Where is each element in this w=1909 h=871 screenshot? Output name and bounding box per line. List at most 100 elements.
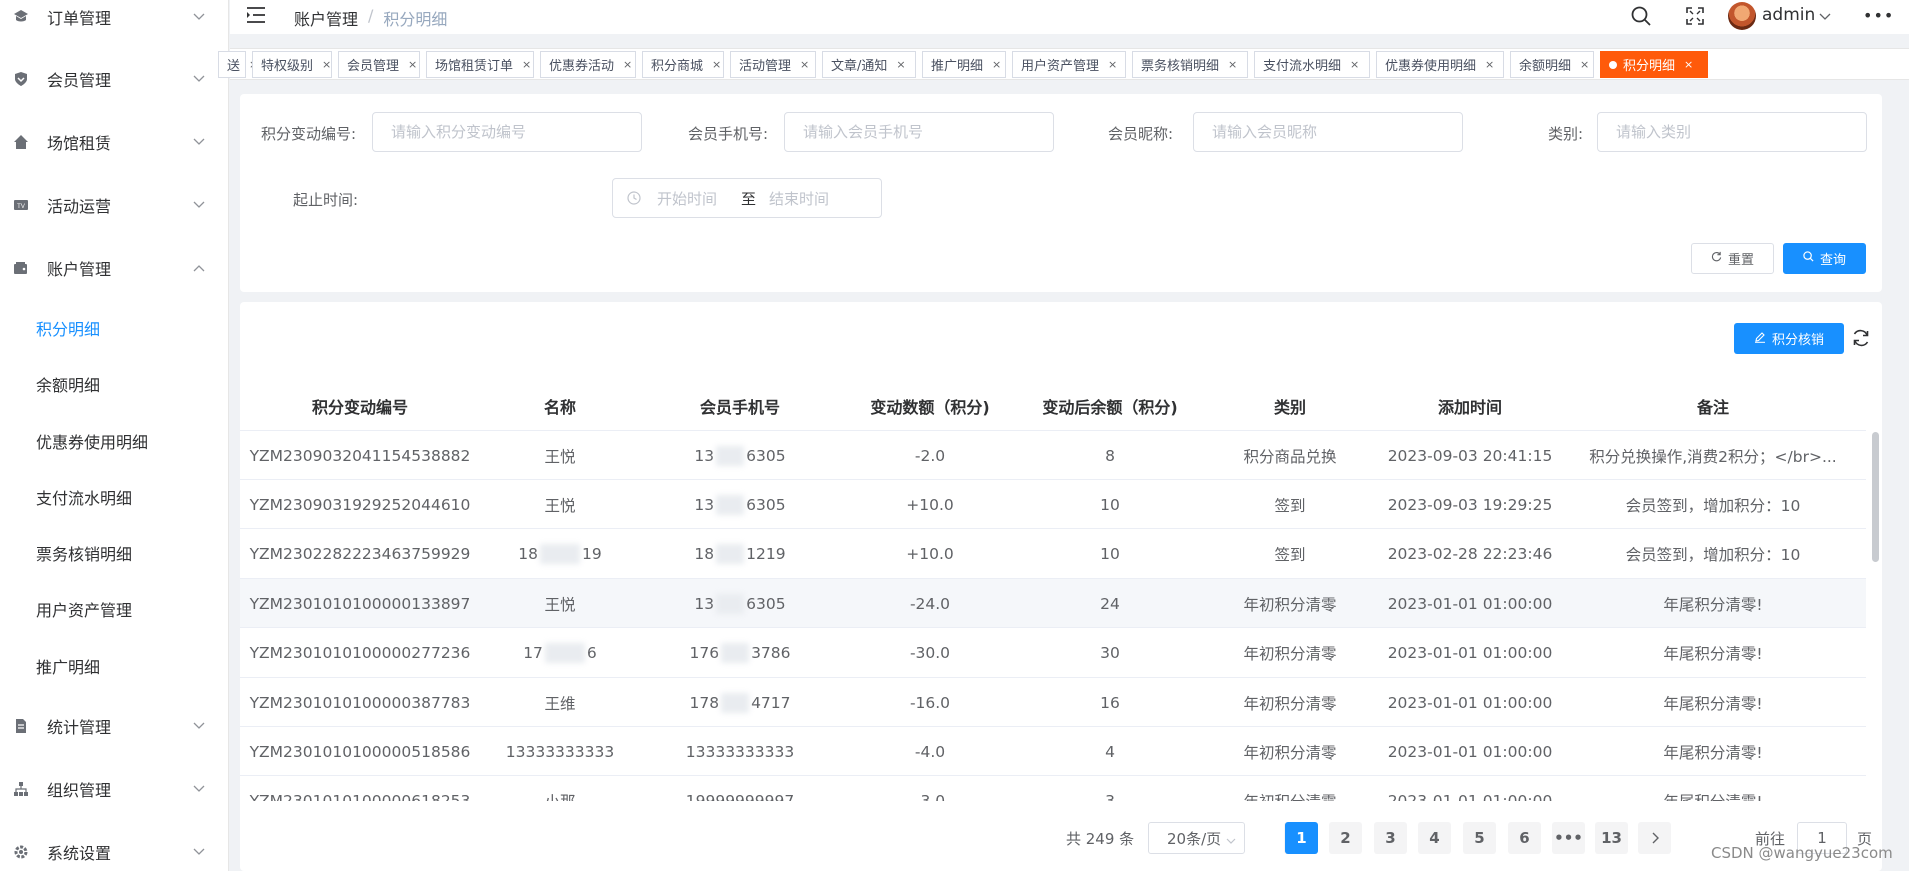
vertical-scrollbar[interactable] bbox=[1872, 432, 1879, 562]
nickname-field[interactable] bbox=[1212, 123, 1462, 141]
query-button[interactable]: 查询 bbox=[1783, 243, 1866, 274]
tab-13[interactable]: 余额明细 × bbox=[1510, 51, 1594, 78]
date-range-picker[interactable]: 开始时间 至 结束时间 bbox=[612, 178, 882, 218]
page-button[interactable]: 2 bbox=[1329, 822, 1362, 854]
tab-3[interactable]: 场馆租赁订单 × bbox=[426, 51, 534, 78]
tab-7[interactable]: 文章/通知 × bbox=[822, 51, 916, 78]
menu-statistics[interactable]: 统计管理 bbox=[0, 701, 228, 751]
close-icon[interactable]: × bbox=[522, 58, 531, 71]
sidebar-item-user-assets[interactable]: 用户资产管理 bbox=[0, 584, 228, 634]
sidebar-item-payment-flow[interactable]: 支付流水明细 bbox=[0, 472, 228, 522]
page-button[interactable]: 3 bbox=[1374, 822, 1407, 854]
close-icon[interactable]: × bbox=[1684, 58, 1693, 71]
redacted-mask bbox=[716, 494, 745, 515]
close-icon[interactable]: × bbox=[896, 58, 905, 71]
column-header[interactable]: 积分变动编号 bbox=[240, 381, 480, 431]
redeem-points-button[interactable]: 积分核销 bbox=[1734, 323, 1844, 354]
menu-settings[interactable]: 系统设置 bbox=[0, 827, 228, 871]
cell-phone: 178 4717 bbox=[640, 678, 840, 727]
menu-member[interactable]: 会员管理 bbox=[0, 54, 228, 104]
menu-venue[interactable]: 场馆租赁 bbox=[0, 117, 228, 167]
tab-2[interactable]: 会员管理 × bbox=[338, 51, 420, 78]
next-page-button[interactable] bbox=[1638, 822, 1671, 854]
page-button[interactable]: 5 bbox=[1463, 822, 1496, 854]
close-icon[interactable]: × bbox=[712, 58, 721, 71]
close-icon[interactable]: × bbox=[1350, 58, 1359, 71]
page-button[interactable]: 4 bbox=[1418, 822, 1451, 854]
cell-category: 年初积分清零 bbox=[1243, 595, 1337, 614]
menu-organization[interactable]: 组织管理 bbox=[0, 764, 228, 814]
reset-button[interactable]: 重置 bbox=[1691, 243, 1774, 274]
username[interactable]: admin bbox=[1762, 5, 1815, 25]
tab-5[interactable]: 积分商城 × bbox=[642, 51, 724, 78]
search-icon[interactable] bbox=[1630, 5, 1652, 27]
close-icon[interactable]: × bbox=[992, 58, 1001, 71]
tab-14[interactable]: 积分明细 × bbox=[1600, 51, 1708, 78]
refresh-icon[interactable] bbox=[1851, 328, 1871, 348]
category-field[interactable] bbox=[1616, 123, 1866, 141]
nickname-input[interactable] bbox=[1193, 112, 1463, 152]
table-row[interactable]: YZM2301010100000618253小那 19999999997 -3.03… bbox=[240, 776, 1866, 801]
sidebar-item-coupon-usage[interactable]: 优惠券使用明细 bbox=[0, 416, 228, 466]
page-size-select[interactable]: 20条/页 bbox=[1148, 822, 1245, 854]
tab-0[interactable]: 送× bbox=[218, 51, 258, 78]
column-header[interactable]: 添加时间 bbox=[1380, 381, 1560, 431]
close-icon[interactable]: × bbox=[800, 58, 809, 71]
sidebar-item-balance-detail[interactable]: 余额明细 bbox=[0, 359, 228, 409]
chevron-down-icon[interactable] bbox=[1818, 9, 1832, 23]
column-header[interactable]: 备注 bbox=[1560, 381, 1866, 431]
table-row[interactable]: YZM2301010100000387783 王维 178 4717 -16.0 16 年初… bbox=[240, 678, 1866, 727]
category-input[interactable] bbox=[1597, 112, 1867, 152]
menu-account[interactable]: 账户管理 bbox=[0, 243, 228, 293]
table-row[interactable]: YZM2301010100000133897 王悦 13 6305 -24.0 24 年初积… bbox=[240, 579, 1866, 629]
cell-phone: 13 6305 bbox=[640, 480, 840, 529]
end-date[interactable]: 结束时间 bbox=[769, 188, 829, 209]
close-icon[interactable]: × bbox=[1485, 58, 1494, 71]
close-icon[interactable]: × bbox=[623, 58, 632, 71]
menu-activity[interactable]: TV 活动运营 bbox=[0, 180, 228, 230]
page-button[interactable]: 13 bbox=[1595, 822, 1628, 854]
close-icon[interactable]: × bbox=[322, 58, 331, 71]
sidebar-item-promotion[interactable]: 推广明细 bbox=[0, 641, 228, 691]
table-row[interactable]: YZM2309032041154538882 王悦 13 6305 -2.0 8 积分商品兑… bbox=[240, 431, 1866, 480]
tab-12[interactable]: 优惠券使用明细 × bbox=[1376, 51, 1504, 78]
cell-amount: +10.0 bbox=[906, 495, 954, 514]
table-row[interactable]: YZM2302282223463759929 18 19 18 1219 +10.0 10 签… bbox=[240, 529, 1866, 579]
tab-4[interactable]: 优惠券活动 × bbox=[540, 51, 636, 78]
phone-field[interactable] bbox=[803, 123, 1053, 141]
sidebar-item-points-detail[interactable]: 积分明细 bbox=[0, 303, 228, 353]
change-no-field[interactable] bbox=[391, 123, 641, 141]
tab-6[interactable]: 活动管理 × bbox=[730, 51, 816, 78]
start-date[interactable]: 开始时间 bbox=[657, 188, 717, 209]
avatar[interactable] bbox=[1728, 2, 1756, 30]
tab-8[interactable]: 推广明细 × bbox=[922, 51, 1006, 78]
close-icon[interactable]: × bbox=[1580, 58, 1589, 71]
table-row[interactable]: YZM2301010100000518586 13333333333 1333333… bbox=[240, 727, 1866, 777]
table-header: 积分变动编号 名称 会员手机号 变动数额（积分) 变动后余额（积分) 类别 添加… bbox=[240, 381, 1866, 431]
breadcrumb-item[interactable]: 账户管理 bbox=[294, 6, 358, 30]
close-icon[interactable]: × bbox=[1228, 58, 1237, 71]
column-header[interactable]: 会员手机号 bbox=[640, 381, 840, 431]
table-row[interactable]: YZM2301010100000277236 17 6 176 3786 -30.0 30 年… bbox=[240, 628, 1866, 678]
hamburger-icon[interactable] bbox=[246, 6, 266, 24]
column-header[interactable]: 类别 bbox=[1200, 381, 1380, 431]
change-no-input[interactable] bbox=[372, 112, 642, 152]
menu-order[interactable]: 订单管理 bbox=[0, 0, 228, 42]
column-header[interactable]: 变动数额（积分) bbox=[840, 381, 1020, 431]
fullscreen-icon[interactable] bbox=[1686, 7, 1704, 25]
column-header[interactable]: 变动后余额（积分) bbox=[1020, 381, 1200, 431]
page-button[interactable]: 6 bbox=[1508, 822, 1541, 854]
phone-input[interactable] bbox=[784, 112, 1054, 152]
tab-11[interactable]: 支付流水明细 × bbox=[1254, 51, 1370, 78]
tab-1[interactable]: 特权级别 × bbox=[252, 51, 332, 78]
tab-10[interactable]: 票务核销明细 × bbox=[1132, 51, 1248, 78]
column-header[interactable]: 名称 bbox=[480, 381, 640, 431]
sidebar-item-ticket-verify[interactable]: 票务核销明细 bbox=[0, 528, 228, 578]
table-row[interactable]: YZM2309031929252044610 王悦 13 6305 +10.0 10 签到 2… bbox=[240, 480, 1866, 530]
close-icon[interactable]: × bbox=[1108, 58, 1117, 71]
tab-9[interactable]: 用户资产管理 × bbox=[1012, 51, 1126, 78]
more-icon[interactable]: ••• bbox=[1863, 6, 1894, 25]
close-icon[interactable]: × bbox=[408, 58, 417, 71]
more-pages-icon[interactable]: ••• bbox=[1552, 822, 1585, 854]
page-button[interactable]: 1 bbox=[1285, 822, 1318, 854]
